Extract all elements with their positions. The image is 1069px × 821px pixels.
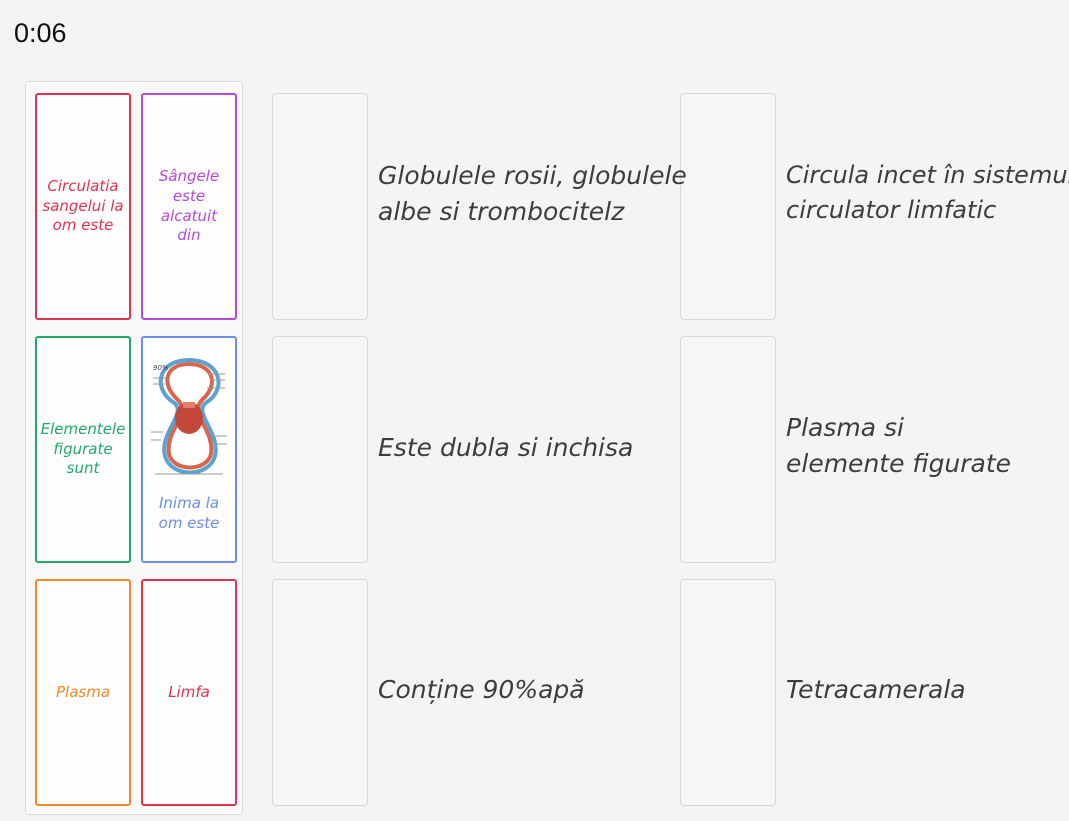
card-limfa[interactable]: Limfa (141, 579, 237, 806)
card-label: Circulatia sangelui la om este (42, 176, 124, 235)
heart-circulation-diagram-icon: 90% (147, 344, 231, 484)
target-text: Este dubla si inchisa (378, 433, 634, 462)
card-sangele[interactable]: Sângele este alcatuit din (141, 93, 237, 320)
drop-slot[interactable] (272, 579, 368, 806)
target-text: Globulele rosii, globulele albe si trombo… (378, 161, 687, 227)
card-plasma[interactable]: Plasma (35, 579, 131, 806)
card-label: Sângele este alcatuit din (158, 166, 220, 245)
timer: 0:06 (14, 18, 67, 48)
card-elementele[interactable]: Elementele figurate sunt (35, 336, 131, 563)
drop-slot[interactable] (680, 93, 776, 320)
card-label: Elementele figurate sunt (40, 419, 126, 478)
drop-slot[interactable] (272, 93, 368, 320)
card-label: Plasma (55, 682, 111, 701)
target-text: Tetracamerala (786, 675, 966, 704)
card-label: Limfa (168, 682, 210, 701)
target-text: Conține 90%apă (378, 675, 585, 704)
diagram-percent: 90% (153, 364, 169, 372)
card-inima[interactable]: 90% Inima la om este (141, 336, 237, 563)
card-label: Inima la om este (158, 494, 220, 532)
drop-slot[interactable] (272, 336, 368, 563)
drop-slot[interactable] (680, 579, 776, 806)
target-text: Plasma si elemente figurate (786, 413, 1012, 479)
card-circulatia[interactable]: Circulatia sangelui la om este (35, 93, 131, 320)
drop-slot[interactable] (680, 336, 776, 563)
target-text: Circula incet în sistemul circulator limf… (786, 161, 1069, 224)
